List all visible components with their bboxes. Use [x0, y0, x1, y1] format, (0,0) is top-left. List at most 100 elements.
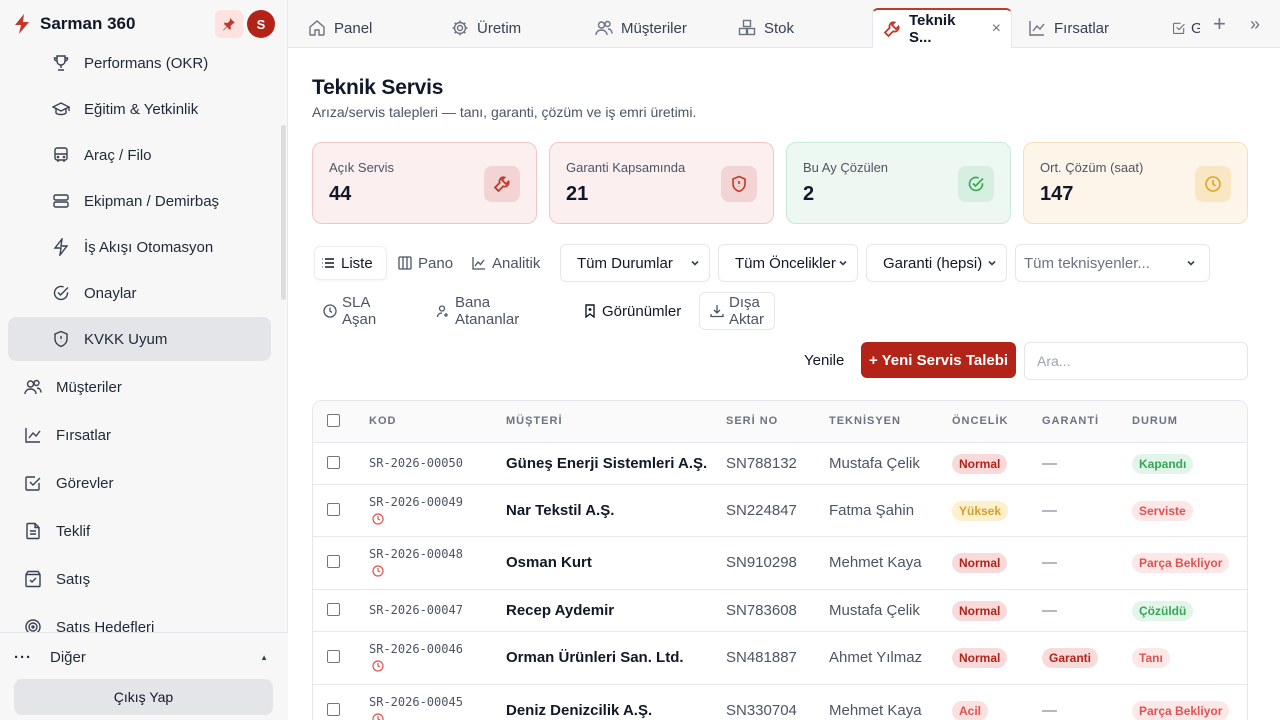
table-row[interactable]: SR-2026-00050 Güneş Enerji Sistemleri A.Ş… [313, 443, 1247, 485]
column-header[interactable]: MÜŞTERİ [506, 415, 563, 427]
sidebar-item-ekipman[interactable]: Ekipman / Demirbaş [8, 179, 271, 223]
service-code[interactable]: SR-2026-00045 [369, 695, 463, 709]
pin-button[interactable] [215, 10, 243, 38]
service-code[interactable]: SR-2026-00046 [369, 642, 463, 656]
row-checkbox[interactable] [327, 650, 340, 663]
sidebar-item-is-akisi[interactable]: İş Akışı Otomasyon [8, 225, 271, 269]
tab-label: Üretim [477, 19, 522, 37]
customer-name[interactable]: Osman Kurt [506, 554, 592, 571]
tab-overflow-icon[interactable]: » [1250, 14, 1260, 35]
column-header[interactable]: KOD [369, 415, 396, 427]
table-row[interactable]: SR-2026-00048 Osman Kurt SN910298 Mehmet Ka… [313, 537, 1247, 590]
sidebar-item-firsatlar[interactable]: Fırsatlar [8, 413, 271, 457]
stat-card-warranty[interactable]: Garanti Kapsamında 21 [549, 142, 774, 224]
view-list-tab[interactable]: Liste [314, 246, 387, 280]
gear-icon [451, 19, 469, 37]
stat-card-avg-time[interactable]: Ort. Çözüm (saat) 147 [1023, 142, 1248, 224]
select-all-checkbox[interactable] [327, 414, 340, 427]
customer-name[interactable]: Recep Aydemir [506, 602, 614, 619]
column-header[interactable]: DURUM [1132, 415, 1178, 427]
tab-label: Stok [764, 19, 795, 37]
technician-filter-select[interactable]: Tüm teknisyenler... [1015, 244, 1210, 282]
service-code[interactable]: SR-2026-00050 [369, 456, 463, 470]
table-row[interactable]: SR-2026-00046 Orman Ürünleri San. Ltd. SN4… [313, 632, 1247, 685]
row-checkbox[interactable] [327, 456, 340, 469]
status-filter-select[interactable]: Tüm Durumlar [560, 244, 710, 282]
view-analytics-tab[interactable]: Analitik [466, 246, 546, 280]
caret-up-icon: ▲ [260, 652, 268, 662]
column-header[interactable]: ÖNCELİK [952, 415, 1009, 427]
wrench-icon [883, 20, 901, 38]
brand-name: Sarman 360 [40, 14, 136, 33]
avatar[interactable]: S [247, 10, 275, 38]
priority-filter-select[interactable]: Tüm Öncelikler [718, 244, 858, 282]
tab-firsatlar[interactable]: Fırsatlar [1028, 8, 1109, 48]
sidebar-item-teklif[interactable]: Teklif [8, 509, 271, 553]
customer-name[interactable]: Güneş Enerji Sistemleri A.Ş. [506, 455, 707, 472]
warranty-filter-select[interactable]: Garanti (hepsi) [866, 244, 1007, 282]
tab-label: Müşteriler [621, 19, 687, 37]
bolt-icon [12, 13, 32, 35]
column-header[interactable]: SERİ NO [726, 415, 778, 427]
tab-panel[interactable]: Panel [308, 8, 372, 48]
new-service-request-button[interactable]: + Yeni Servis Talebi [861, 342, 1016, 378]
customer-name[interactable]: Orman Ürünleri San. Ltd. [506, 649, 684, 666]
target-icon [24, 618, 42, 632]
service-code[interactable]: SR-2026-00048 [369, 547, 463, 561]
bookmark-icon [583, 304, 597, 318]
view-board-label: Pano [418, 254, 454, 272]
column-header[interactable]: TEKNİSYEN [829, 415, 901, 427]
serial-number: SN788132 [726, 455, 797, 472]
priority-badge: Normal [952, 553, 1008, 573]
more-toggle[interactable]: ··· Diğer ▲ [14, 645, 274, 669]
shield-icon [721, 166, 757, 202]
kanban-icon [398, 256, 412, 270]
logout-button[interactable]: Çıkış Yap [14, 679, 273, 715]
sidebar-item-kvkk[interactable]: KVKK Uyum [8, 317, 271, 361]
technician-name: Fatma Şahin [829, 502, 915, 519]
tab-musteriler[interactable]: Müşteriler [595, 8, 687, 48]
table-row[interactable]: SR-2026-00045 Deniz Denizcilik A.Ş. SN3307… [313, 685, 1247, 720]
sidebar-item-satis[interactable]: Satış [8, 557, 271, 601]
customer-name[interactable]: Deniz Denizcilik A.Ş. [506, 702, 652, 719]
assigned-to-me-button[interactable]: Bana Atananlar [436, 292, 519, 330]
column-header[interactable]: GARANTİ [1042, 415, 1099, 427]
service-code[interactable]: SR-2026-00047 [369, 603, 463, 617]
bus-icon [52, 146, 70, 164]
service-table: KOD MÜŞTERİ SERİ NO TEKNİSYEN ÖNCELİK GA… [312, 400, 1248, 720]
saved-views-button[interactable]: Görünümler [583, 292, 681, 330]
close-tab-icon[interactable]: × [992, 20, 1001, 38]
tab-gorevler[interactable]: G [1172, 8, 1200, 48]
service-code[interactable]: SR-2026-00049 [369, 495, 463, 509]
refresh-button[interactable]: Yenile [804, 352, 844, 369]
sidebar-item-label: Eğitim & Yetkinlik [84, 100, 199, 118]
search-input[interactable]: Ara... [1024, 342, 1248, 380]
sidebar-item-musteriler[interactable]: Müşteriler [8, 365, 271, 409]
new-tab-button[interactable]: + [1213, 13, 1226, 35]
stat-card-open[interactable]: Açık Servis 44 [312, 142, 537, 224]
sidebar-item-performans[interactable]: Performans (OKR) [8, 41, 271, 85]
export-button[interactable]: Dışa Aktar [699, 292, 776, 330]
tab-stok[interactable]: Stok [738, 8, 794, 48]
sidebar-item-label: Teklif [56, 522, 91, 540]
sidebar-scrollbar[interactable] [281, 125, 286, 300]
view-board-tab[interactable]: Pano [392, 246, 459, 280]
view-analytics-label: Analitik [492, 254, 541, 272]
sla-overdue-button[interactable]: SLA Aşan [323, 292, 376, 330]
row-checkbox[interactable] [327, 703, 340, 716]
row-checkbox[interactable] [327, 555, 340, 568]
row-checkbox[interactable] [327, 503, 340, 516]
tab-teknik-servis[interactable]: Teknik S... × [872, 8, 1012, 48]
sidebar-item-onaylar[interactable]: Onaylar [8, 271, 271, 315]
row-checkbox[interactable] [327, 603, 340, 616]
sidebar-item-gorevler[interactable]: Görevler [8, 461, 271, 505]
table-row[interactable]: SR-2026-00047 Recep Aydemir SN783608 Mustaf… [313, 590, 1247, 632]
sidebar-item-egitim[interactable]: Eğitim & Yetkinlik [8, 87, 271, 131]
stat-card-resolved[interactable]: Bu Ay Çözülen 2 [786, 142, 1011, 224]
sidebar-item-arac[interactable]: Araç / Filo [8, 133, 271, 177]
customer-name[interactable]: Nar Tekstil A.Ş. [506, 502, 614, 519]
sidebar-item-satis-hedefleri[interactable]: Satış Hedefleri [8, 605, 271, 632]
tab-uretim[interactable]: Üretim [451, 8, 521, 48]
priority-badge: Normal [952, 648, 1008, 668]
table-row[interactable]: SR-2026-00049 Nar Tekstil A.Ş. SN224847 Fat… [313, 485, 1247, 537]
